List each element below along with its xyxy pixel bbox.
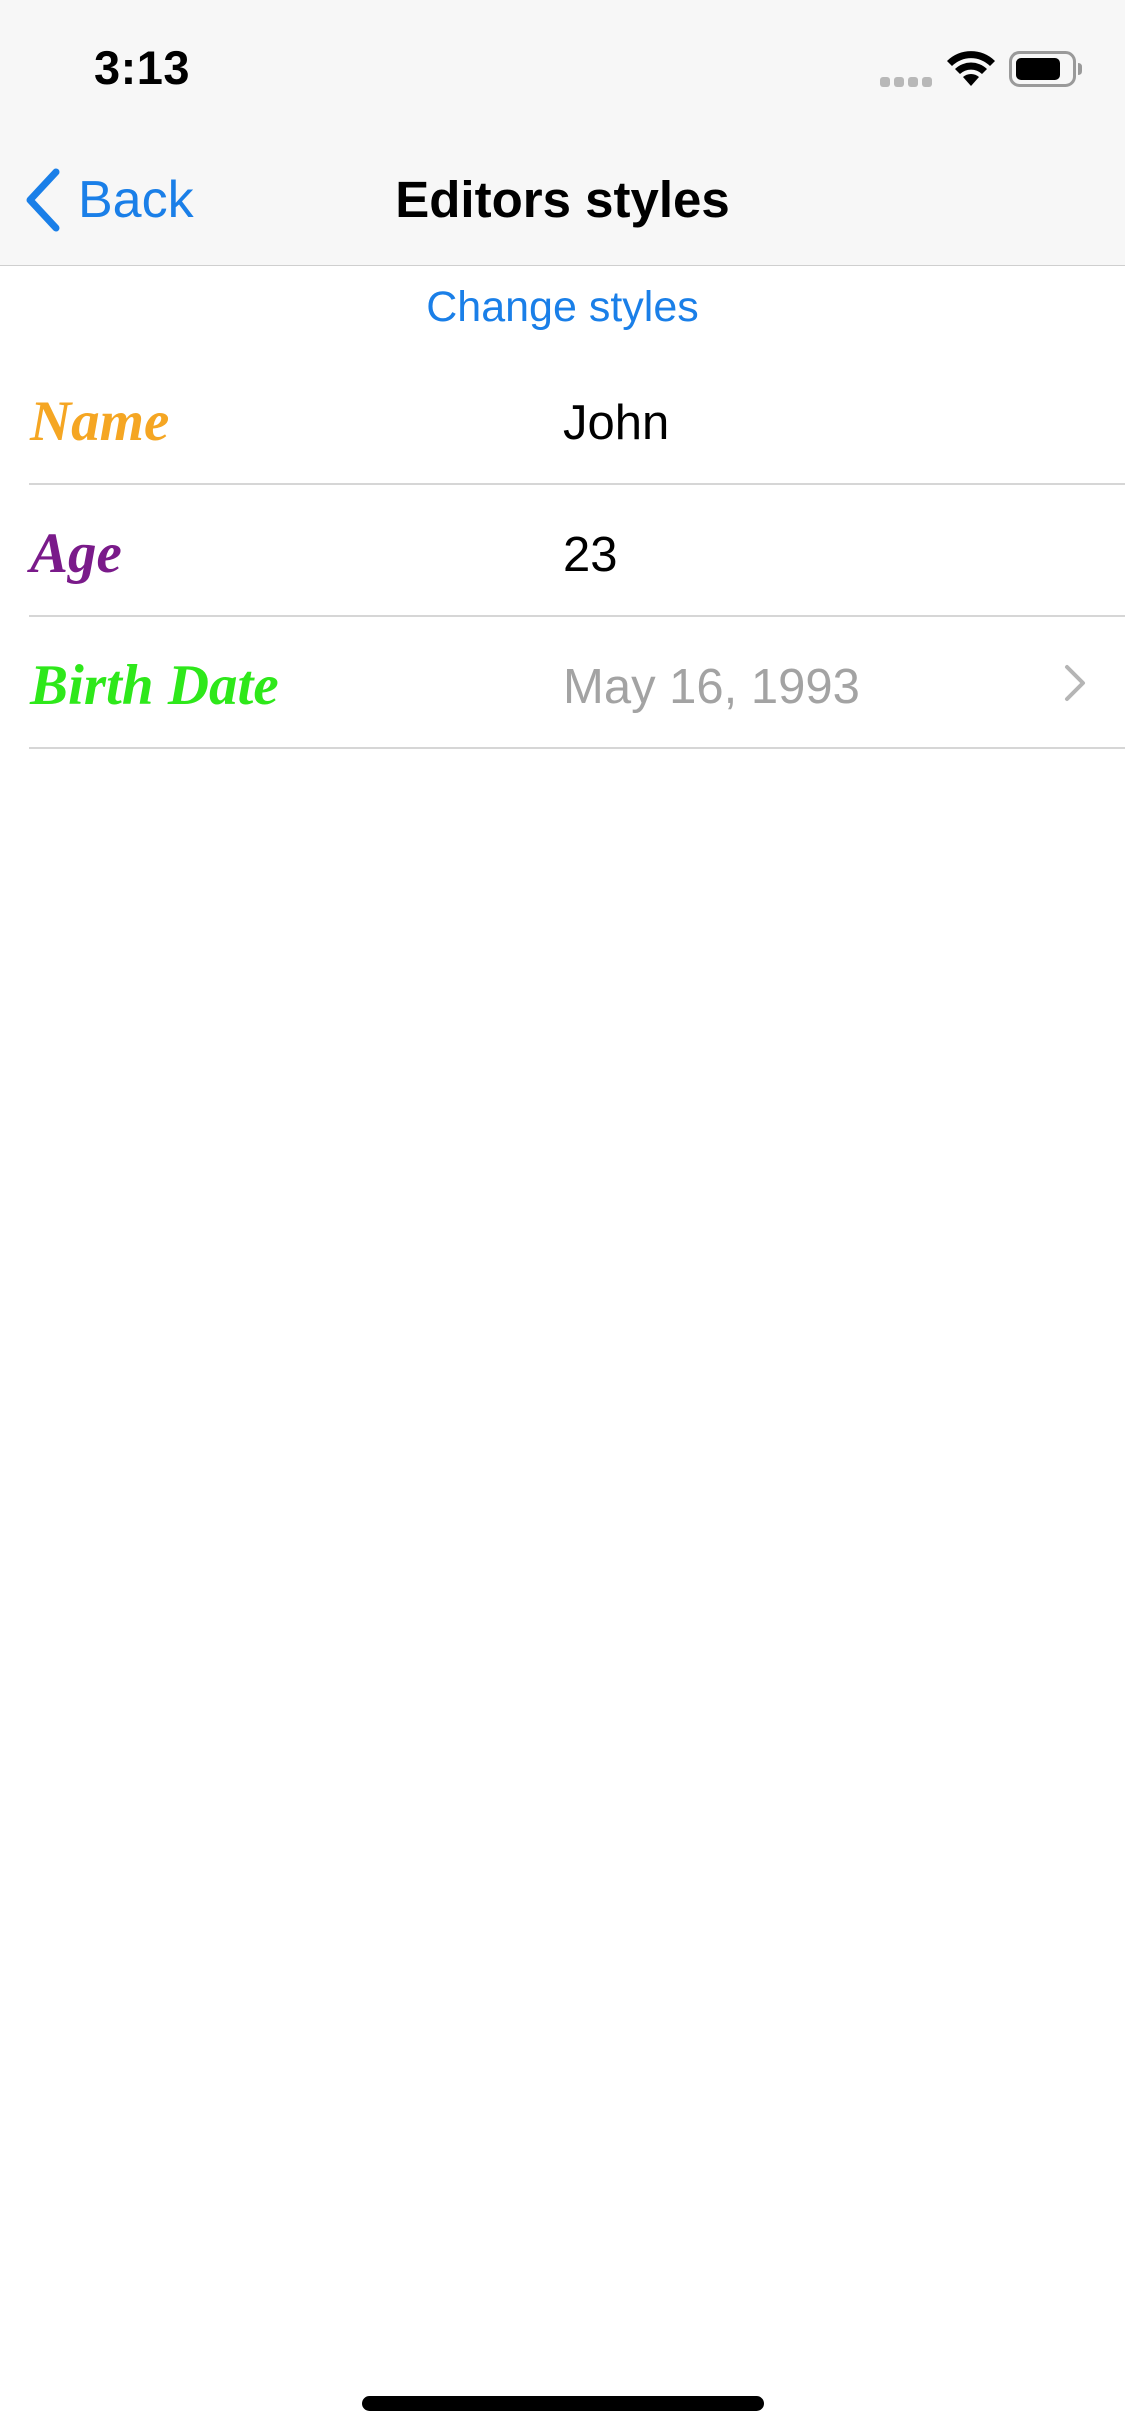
status-time: 3:13 xyxy=(94,41,191,94)
wifi-icon xyxy=(947,51,995,86)
home-indicator[interactable] xyxy=(362,2396,764,2411)
app-screen: 3:13 Back Editors styles Change styles N… xyxy=(0,0,1125,2436)
age-field[interactable]: 23 xyxy=(563,525,618,585)
row-label-name: Name xyxy=(30,390,170,453)
row-divider xyxy=(29,747,1125,749)
page-title: Editors styles xyxy=(395,171,730,228)
name-field[interactable]: John xyxy=(563,393,669,453)
form-row-birth-date[interactable]: Birth Date May 16, 1993 xyxy=(0,617,1125,749)
battery-icon xyxy=(1009,51,1082,87)
row-label-birth-date: Birth Date xyxy=(30,654,279,717)
birth-date-field[interactable]: May 16, 1993 xyxy=(563,657,860,717)
form-row-name[interactable]: Name John xyxy=(0,353,1125,485)
form-row-age[interactable]: Age 23 xyxy=(0,485,1125,617)
chevron-right-icon xyxy=(1065,665,1085,701)
navigation-bar: 3:13 Back Editors styles xyxy=(0,0,1125,266)
row-label-age: Age xyxy=(30,522,122,585)
change-styles-button[interactable]: Change styles xyxy=(0,283,1125,332)
cellular-signal-icon xyxy=(880,75,936,87)
